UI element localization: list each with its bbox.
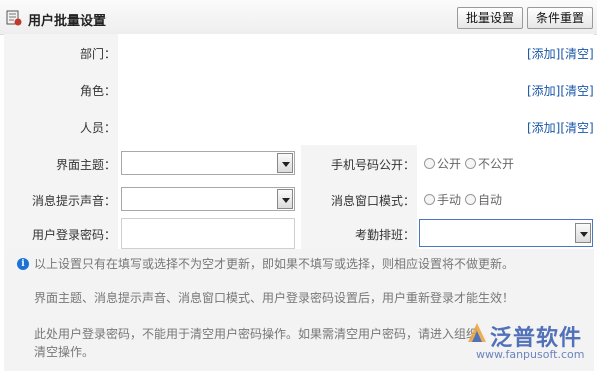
sound-row: 消息提示声音： 消息窗口模式： 手动 自动 bbox=[4, 181, 594, 219]
department-add-link[interactable]: [添加] bbox=[527, 47, 560, 61]
role-actions: [添加][清空] bbox=[527, 82, 594, 99]
note-line-4: 清空操作。 bbox=[34, 345, 95, 359]
theme-dropdown-arrow-icon[interactable] bbox=[277, 153, 293, 173]
password-label: 用户登录密码： bbox=[31, 228, 116, 242]
role-add-link[interactable]: [添加] bbox=[527, 84, 560, 98]
note-line-1: 以上设置只有在填写或选择不为空才更新，即如果不填写或选择，则相应设置将不做更新。 bbox=[34, 257, 515, 271]
phone-public-option-label: 公开 bbox=[437, 157, 462, 171]
phone-public-radio[interactable] bbox=[424, 158, 435, 169]
person-add-link[interactable]: [添加] bbox=[527, 121, 560, 135]
phone-private-option-label: 不公开 bbox=[478, 157, 515, 171]
password-input[interactable] bbox=[121, 218, 295, 249]
attendance-dropdown-arrow-icon[interactable] bbox=[575, 223, 591, 243]
person-row: 人员： [添加][清空] bbox=[4, 108, 594, 146]
sound-label: 消息提示声音： bbox=[31, 194, 116, 208]
role-clear-link[interactable]: [清空] bbox=[560, 84, 593, 98]
page-title: 用户批量设置 bbox=[28, 14, 107, 29]
person-label: 人员： bbox=[79, 121, 116, 135]
attendance-select[interactable] bbox=[419, 219, 593, 247]
department-label: 部门： bbox=[79, 47, 116, 61]
reset-conditions-button[interactable]: 条件重置 bbox=[527, 7, 593, 29]
note-line-3: 此处用户登录密码，不能用于清空用户密码操作。如果需清空用户密码，请进入组织 bbox=[34, 327, 479, 341]
sound-dropdown-arrow-icon[interactable] bbox=[277, 189, 293, 209]
auto-radio[interactable] bbox=[465, 194, 477, 205]
title-bar: 用户批量设置 批量设置 条件重置 bbox=[0, 0, 597, 35]
phone-private-radio[interactable] bbox=[465, 158, 477, 169]
role-label: 角色： bbox=[79, 84, 116, 98]
person-clear-link[interactable]: [清空] bbox=[560, 121, 593, 135]
batch-set-button[interactable]: 批量设置 bbox=[457, 7, 523, 29]
manual-radio[interactable] bbox=[424, 194, 435, 205]
fanpu-logo-icon bbox=[468, 323, 486, 342]
password-row: 用户登录密码： 考勤排班： bbox=[4, 218, 594, 249]
info-icon: i bbox=[17, 258, 29, 270]
role-row: 角色： [添加][清空] bbox=[4, 71, 594, 109]
window-mode-label: 消息窗口模式： bbox=[330, 194, 415, 208]
user-settings-icon bbox=[6, 10, 22, 26]
attendance-label: 考勤排班： bbox=[354, 228, 415, 242]
note-line-2: 界面主题、消息提示声音、消息窗口模式、用户登录密码设置后，用户重新登录才能生效！ bbox=[34, 291, 515, 305]
person-actions: [添加][清空] bbox=[527, 119, 594, 136]
sound-select[interactable] bbox=[121, 187, 295, 211]
window-mode-options: 手动 自动 bbox=[424, 191, 506, 208]
manual-option-label: 手动 bbox=[437, 193, 462, 207]
watermark-logo: 泛普软件 www.fanpusoft.com bbox=[462, 318, 592, 366]
theme-select[interactable] bbox=[121, 151, 295, 175]
auto-option-label: 自动 bbox=[478, 193, 503, 207]
department-row: 部门： [添加][清空] bbox=[4, 34, 594, 72]
department-clear-link[interactable]: [清空] bbox=[560, 47, 593, 61]
phone-public-options: 公开 不公开 bbox=[424, 155, 518, 172]
watermark-url: www.fanpusoft.com bbox=[476, 348, 585, 361]
theme-label: 界面主题： bbox=[55, 158, 116, 172]
phone-public-label: 手机号码公开： bbox=[330, 158, 415, 172]
department-actions: [添加][清空] bbox=[527, 45, 594, 62]
theme-row: 界面主题： 手机号码公开： 公开 不公开 bbox=[4, 145, 594, 182]
